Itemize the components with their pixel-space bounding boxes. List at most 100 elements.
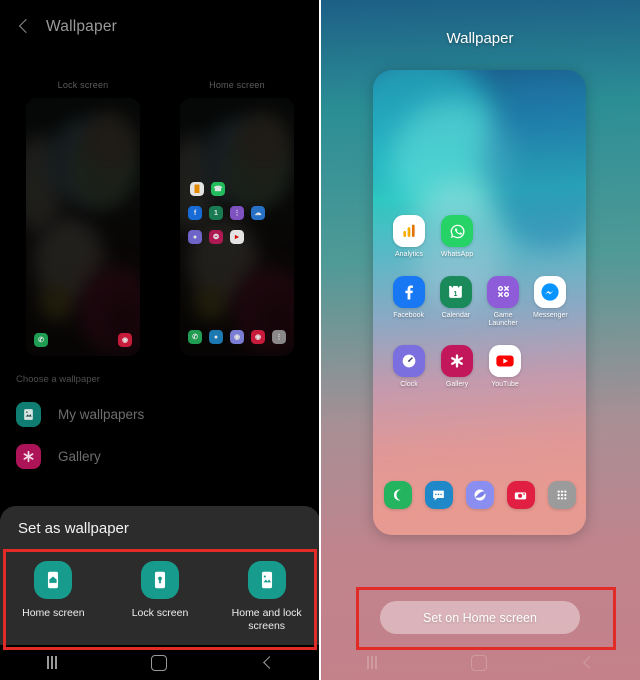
- game-launcher-icon: ⋮: [230, 206, 244, 220]
- internet-icon: ◉: [230, 330, 244, 344]
- calendar-icon: 1: [209, 206, 223, 220]
- page-title: Wallpaper: [446, 30, 514, 47]
- app-label: Calendar: [441, 311, 471, 319]
- wallpaper-source-list: My wallpapers Gallery: [0, 393, 320, 477]
- camera-icon: ◉: [118, 333, 132, 347]
- app-label: Gallery: [445, 380, 469, 388]
- analytics-icon: █: [190, 182, 204, 196]
- recents-icon[interactable]: [367, 656, 377, 669]
- app-label: YouTube: [491, 380, 519, 388]
- home-icon[interactable]: [470, 654, 487, 671]
- recents-icon[interactable]: [47, 656, 57, 669]
- lock-screen-preview-label: Lock screen: [57, 80, 109, 90]
- youtube-icon: ►: [230, 230, 244, 244]
- app-game-launcher[interactable]: Game Launcher: [480, 275, 527, 329]
- facebook-icon: f: [188, 206, 202, 220]
- app-row: Facebook 1 Calendar Game Launcher Messen…: [385, 275, 574, 329]
- list-item-gallery[interactable]: Gallery: [0, 435, 320, 477]
- thumbnail-dock: ✆ ● ◉ ◉ ⋮: [180, 330, 294, 344]
- home-and-lock-icon: [247, 560, 286, 599]
- clock-icon: [393, 344, 425, 377]
- thumbnail-dim-overlay: [26, 98, 140, 356]
- right-panel-wallpaper-apply: Wallpaper Analytics WhatsApp Facebook 1 …: [320, 0, 640, 680]
- home-screen-dock: [373, 481, 586, 509]
- list-item-my-wallpapers[interactable]: My wallpapers: [0, 393, 320, 435]
- whatsapp-icon: [441, 215, 473, 247]
- gallery-icon: ❂: [209, 230, 223, 244]
- messages-icon: ●: [209, 330, 223, 344]
- app-youtube[interactable]: YouTube: [481, 344, 529, 390]
- wallpaper-target-options: Home screen Lock screen Home and lock sc…: [0, 551, 320, 645]
- apps-grid-icon[interactable]: [547, 481, 576, 509]
- app-facebook[interactable]: Facebook: [385, 275, 432, 329]
- youtube-icon: [489, 344, 521, 377]
- option-lock-screen[interactable]: Lock screen: [107, 551, 214, 645]
- option-home-screen[interactable]: Home screen: [0, 551, 107, 645]
- messenger-icon: [534, 275, 567, 308]
- set-on-home-screen-button[interactable]: Set on Home screen: [380, 601, 580, 634]
- calendar-icon: 1: [439, 275, 472, 308]
- app-label: Messenger: [533, 311, 568, 319]
- left-panel-wallpaper-settings: Wallpaper Lock screen ✆ ◉ Home screen █ …: [0, 0, 320, 680]
- internet-icon[interactable]: [465, 481, 494, 509]
- app-label: Analytics: [394, 251, 423, 258]
- home-screen-thumbnail[interactable]: █ ☎ f 1 ⋮ ☁ ● ❂ ► ✆ ● ◉ ◉ ⋮: [180, 98, 294, 356]
- list-item-label: Gallery: [58, 448, 101, 464]
- back-icon[interactable]: [581, 657, 593, 669]
- thumbnail-app-grid: █ ☎ f 1 ⋮ ☁ ● ❂ ►: [180, 182, 294, 244]
- app-label: Clock: [400, 380, 418, 388]
- app-whatsapp[interactable]: WhatsApp: [433, 215, 481, 260]
- app-label: WhatsApp: [440, 251, 474, 258]
- option-label: Home and lock screens: [231, 606, 302, 632]
- messenger-icon: ☁: [251, 206, 265, 220]
- lock-screen-shortcut-dock: ✆ ◉: [26, 333, 140, 347]
- lock-screen-icon: [141, 560, 179, 599]
- navigation-bar: [0, 645, 320, 680]
- whatsapp-icon: ☎: [211, 182, 225, 196]
- app-gallery[interactable]: Gallery: [433, 344, 481, 390]
- back-chevron-icon[interactable]: [16, 18, 34, 36]
- apps-grid-icon: ⋮: [272, 330, 286, 344]
- wallpaper-preview-row: Lock screen ✆ ◉ Home screen █ ☎ f 1 ⋮ ☁ …: [0, 80, 320, 356]
- phone-icon[interactable]: [383, 481, 412, 509]
- app-label: Game Launcher: [488, 311, 518, 328]
- gallery-icon: [441, 344, 473, 377]
- camera-icon[interactable]: [506, 481, 535, 509]
- app-clock[interactable]: Clock: [385, 344, 433, 390]
- flower-icon: [16, 443, 41, 469]
- home-screen-icon: [34, 560, 73, 599]
- image-icon: [16, 401, 41, 427]
- wallpaper-full-preview[interactable]: Analytics WhatsApp Facebook 1 Calendar G…: [373, 70, 586, 535]
- lock-screen-preview[interactable]: Lock screen ✆ ◉: [26, 80, 140, 356]
- lock-screen-thumbnail[interactable]: ✆ ◉: [26, 98, 140, 356]
- game-launcher-icon: [487, 275, 520, 308]
- sheet-title: Set as wallpaper: [18, 519, 129, 537]
- navigation-bar: [320, 645, 640, 680]
- app-row: Clock Gallery YouTube: [385, 344, 574, 390]
- option-label: Lock screen: [131, 606, 189, 619]
- list-item-label: My wallpapers: [58, 406, 145, 422]
- page-title: Wallpaper: [46, 18, 118, 35]
- phone-icon: ✆: [188, 330, 202, 344]
- camera-icon: ◉: [251, 330, 265, 344]
- screenshot-root: Wallpaper Lock screen ✆ ◉ Home screen █ …: [0, 0, 640, 680]
- app-row: Analytics WhatsApp: [385, 215, 574, 260]
- app-analytics[interactable]: Analytics: [385, 215, 433, 260]
- facebook-icon: [392, 275, 425, 308]
- phone-icon: ✆: [34, 333, 48, 347]
- home-screen-preview-label: Home screen: [209, 80, 265, 90]
- choose-wallpaper-label: Choose a wallpaper: [16, 374, 100, 385]
- left-header: Wallpaper: [0, 0, 320, 54]
- home-screen-app-grid: Analytics WhatsApp Facebook 1 Calendar G…: [373, 215, 586, 405]
- analytics-icon: [393, 215, 425, 247]
- home-screen-preview[interactable]: Home screen █ ☎ f 1 ⋮ ☁ ● ❂ ► ✆ ● ◉ ◉ ⋮: [180, 80, 294, 356]
- back-icon[interactable]: [261, 657, 273, 669]
- set-as-wallpaper-sheet: Set as wallpaper Home screen Lock screen: [0, 505, 320, 645]
- option-home-and-lock-screens[interactable]: Home and lock screens: [213, 551, 320, 645]
- app-calendar[interactable]: 1 Calendar: [432, 275, 479, 329]
- messages-icon[interactable]: [424, 481, 453, 509]
- app-messenger[interactable]: Messenger: [527, 275, 574, 329]
- app-label: Facebook: [393, 311, 424, 319]
- home-icon[interactable]: [150, 654, 167, 671]
- clock-icon: ●: [188, 230, 202, 244]
